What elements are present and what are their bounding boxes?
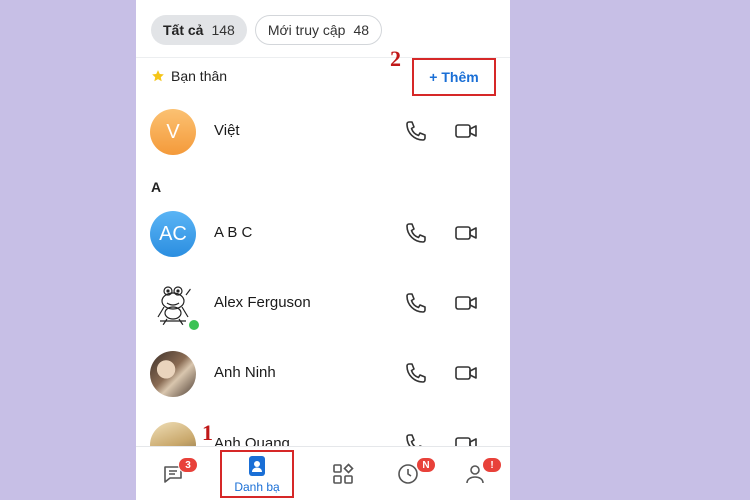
avatar-initials: AC	[159, 222, 187, 245]
tab-recent-label: Mới truy cập	[267, 22, 346, 38]
favorites-label: Bạn thân	[171, 68, 228, 84]
list-item[interactable]: AC A B C	[136, 204, 510, 264]
phone-icon[interactable]	[404, 119, 428, 143]
section-letter-a: A	[151, 179, 162, 195]
bottom-nav: 3 Danh bạ N !	[136, 446, 510, 500]
nav-contacts-label: Danh bạ	[234, 480, 280, 494]
list-item[interactable]: V Việt	[136, 102, 510, 162]
contacts-screen: Tất cả 148 Mới truy cập 48 Bạn thân + Th…	[136, 0, 510, 500]
nav-messages[interactable]: 3	[136, 447, 210, 500]
contact-name: Anh Ninh	[214, 364, 276, 381]
nav-timeline[interactable]: N	[371, 447, 445, 500]
filter-tabs: Tất cả 148 Mới truy cập 48	[151, 15, 383, 45]
nav-discover[interactable]	[306, 447, 380, 500]
avatar: V	[150, 109, 196, 155]
avatar: AC	[150, 211, 196, 257]
contact-name: A B C	[214, 224, 253, 241]
contact-name: Việt	[214, 122, 240, 139]
avatar	[150, 351, 196, 397]
tab-recent-count: 48	[353, 22, 370, 38]
nav-profile[interactable]: !	[438, 447, 510, 500]
tab-all-label: Tất cả	[163, 22, 204, 38]
phone-icon[interactable]	[404, 361, 428, 385]
annotation-number-2: 2	[390, 46, 401, 71]
nav-contacts[interactable]: Danh bạ	[220, 450, 294, 498]
timeline-badge: N	[416, 457, 436, 473]
tab-all[interactable]: Tất cả 148	[151, 15, 247, 45]
grid-shapes-icon	[333, 463, 354, 484]
tab-recent[interactable]: Mới truy cập 48	[254, 15, 383, 45]
online-status-dot	[187, 318, 201, 332]
phone-icon[interactable]	[404, 291, 428, 315]
video-camera-icon[interactable]	[454, 119, 478, 143]
video-camera-icon[interactable]	[454, 361, 478, 385]
list-item[interactable]: Anh Ninh	[136, 344, 510, 404]
messages-badge: 3	[178, 457, 198, 473]
video-camera-icon[interactable]	[454, 221, 478, 245]
avatar-initials: V	[166, 120, 180, 143]
contact-book-icon	[249, 456, 265, 476]
tab-all-count: 148	[211, 22, 235, 38]
phone-icon[interactable]	[404, 221, 428, 245]
profile-badge: !	[482, 457, 502, 473]
annotation-number-1: 1	[202, 420, 213, 445]
favorites-header: Bạn thân	[151, 68, 227, 84]
video-camera-icon[interactable]	[454, 291, 478, 315]
contact-name: Alex Ferguson	[214, 294, 311, 311]
list-item[interactable]: Alex Ferguson	[136, 274, 510, 334]
add-favorite-button[interactable]: + Thêm	[412, 58, 496, 96]
star-icon	[152, 70, 164, 82]
